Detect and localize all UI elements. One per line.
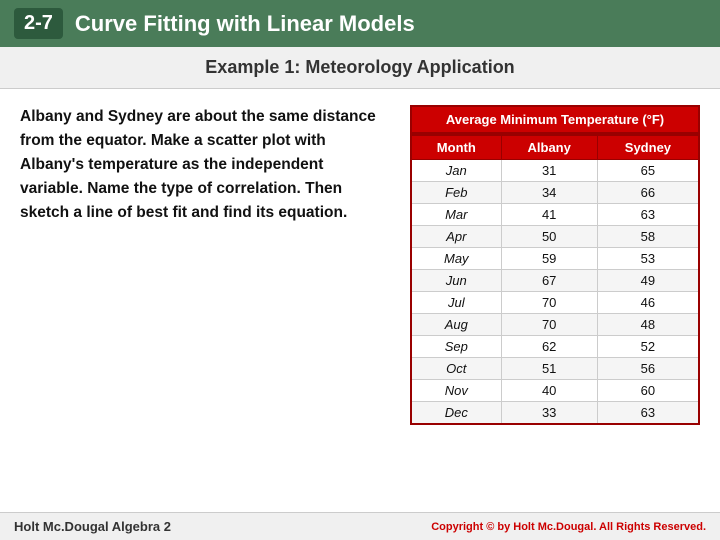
table-row: Feb3466 <box>411 182 699 204</box>
table-cell: 59 <box>501 248 597 270</box>
table-cell: Aug <box>411 314 501 336</box>
table-cell: Dec <box>411 402 501 425</box>
table-cell: 70 <box>501 292 597 314</box>
table-cell: Jun <box>411 270 501 292</box>
table-cell: Oct <box>411 358 501 380</box>
subtitle-text: Example 1: Meteorology Application <box>205 57 514 77</box>
table-cell: Mar <box>411 204 501 226</box>
table-cell: 67 <box>501 270 597 292</box>
table-cell: Apr <box>411 226 501 248</box>
table-cell: 31 <box>501 160 597 182</box>
col-header-month: Month <box>411 135 501 160</box>
subtitle-bar: Example 1: Meteorology Application <box>0 47 720 89</box>
lesson-badge: 2-7 <box>14 8 63 39</box>
table-cell: 49 <box>597 270 699 292</box>
data-table-container: Average Minimum Temperature (°F) Month A… <box>410 105 700 491</box>
table-cell: 66 <box>597 182 699 204</box>
header-bar: 2-7 Curve Fitting with Linear Models <box>0 0 720 47</box>
table-row: Apr5058 <box>411 226 699 248</box>
table-cell: 50 <box>501 226 597 248</box>
table-row: Oct5156 <box>411 358 699 380</box>
table-cell: 41 <box>501 204 597 226</box>
table-cell: 56 <box>597 358 699 380</box>
table-row: Dec3363 <box>411 402 699 425</box>
table-row: May5953 <box>411 248 699 270</box>
data-table: Month Albany Sydney Jan3165Feb3466Mar416… <box>410 134 700 425</box>
table-cell: 40 <box>501 380 597 402</box>
table-title: Average Minimum Temperature (°F) <box>410 105 700 134</box>
table-cell: 34 <box>501 182 597 204</box>
table-cell: 48 <box>597 314 699 336</box>
table-cell: Feb <box>411 182 501 204</box>
table-cell: May <box>411 248 501 270</box>
table-header-row: Month Albany Sydney <box>411 135 699 160</box>
table-row: Aug7048 <box>411 314 699 336</box>
table-cell: 60 <box>597 380 699 402</box>
table-cell: 65 <box>597 160 699 182</box>
table-cell: 53 <box>597 248 699 270</box>
table-row: Mar4163 <box>411 204 699 226</box>
table-cell: Nov <box>411 380 501 402</box>
col-header-albany: Albany <box>501 135 597 160</box>
table-cell: 52 <box>597 336 699 358</box>
footer: Holt Mc.Dougal Algebra 2 Copyright © by … <box>0 512 720 540</box>
table-row: Jul7046 <box>411 292 699 314</box>
table-cell: Jan <box>411 160 501 182</box>
col-header-sydney: Sydney <box>597 135 699 160</box>
table-cell: 70 <box>501 314 597 336</box>
body-text: Albany and Sydney are about the same dis… <box>20 105 390 491</box>
footer-right-text: Copyright © by Holt Mc.Dougal. All Right… <box>431 521 706 533</box>
footer-left-text: Holt Mc.Dougal Algebra 2 <box>14 519 171 534</box>
table-row: Nov4060 <box>411 380 699 402</box>
table-cell: 62 <box>501 336 597 358</box>
table-cell: 33 <box>501 402 597 425</box>
table-cell: Jul <box>411 292 501 314</box>
table-cell: 51 <box>501 358 597 380</box>
header-title: Curve Fitting with Linear Models <box>75 11 415 37</box>
table-cell: 58 <box>597 226 699 248</box>
table-row: Jan3165 <box>411 160 699 182</box>
table-cell: 63 <box>597 402 699 425</box>
main-content: Albany and Sydney are about the same dis… <box>0 89 720 507</box>
table-cell: 46 <box>597 292 699 314</box>
table-row: Jun6749 <box>411 270 699 292</box>
table-row: Sep6252 <box>411 336 699 358</box>
table-cell: Sep <box>411 336 501 358</box>
table-cell: 63 <box>597 204 699 226</box>
